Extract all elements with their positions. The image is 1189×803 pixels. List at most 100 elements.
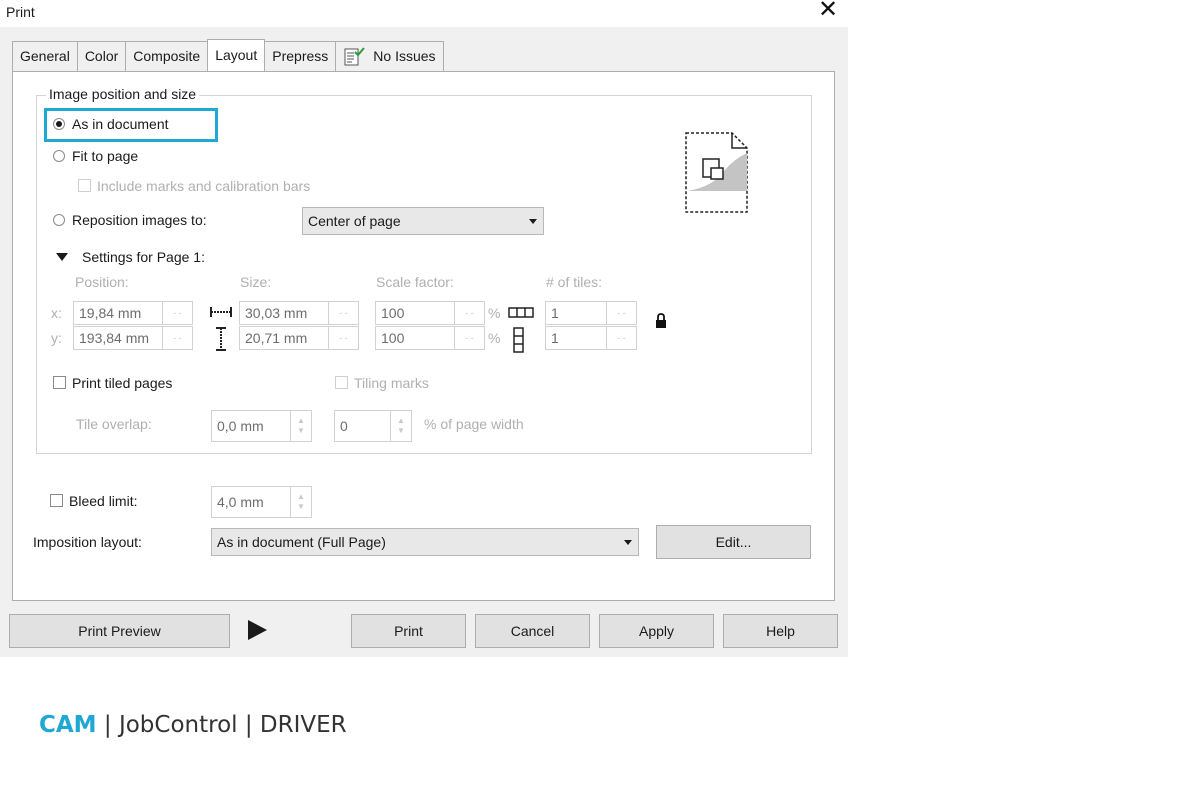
tab-prepress[interactable]: Prepress	[264, 41, 337, 71]
spin-arrows-icon: - -	[328, 327, 358, 349]
settings-heading: Settings for Page 1:	[82, 249, 205, 265]
tiling-marks-checkbox[interactable]	[335, 376, 348, 389]
help-button[interactable]: Help	[723, 614, 838, 648]
scale-header: Scale factor:	[376, 274, 454, 290]
expand-triangle-icon[interactable]	[56, 253, 68, 261]
window-title: Print	[6, 4, 35, 20]
bleed-limit-checkbox[interactable]	[50, 494, 63, 507]
fit-to-page-radio[interactable]	[53, 150, 65, 162]
percent-x-label: %	[488, 305, 501, 321]
tile-percent-field[interactable]: 0 ▲ ▼	[334, 410, 412, 442]
tiles-x-field[interactable]: 1 - -	[545, 301, 637, 325]
lock-icon[interactable]	[654, 312, 668, 330]
tab-label: Layout	[215, 47, 258, 63]
tiles-x-value: 1	[551, 305, 559, 321]
tile-overlap-field[interactable]: 0,0 mm ▲ ▼	[211, 410, 312, 442]
tab-label: No Issues	[373, 48, 436, 64]
tab-layout[interactable]: Layout	[207, 39, 266, 71]
checklist-icon	[344, 46, 366, 65]
tile-overlap-value: 0,0 mm	[217, 418, 264, 434]
x-position-value: 19,84 mm	[79, 305, 142, 321]
bleed-limit-value: 4,0 mm	[217, 494, 264, 510]
bleed-limit-field[interactable]: 4,0 mm ▲ ▼	[211, 486, 312, 518]
tab-label: General	[20, 48, 70, 64]
tile-percent-value: 0	[340, 418, 348, 434]
expand-arrow-icon[interactable]	[248, 620, 267, 640]
scale-y-field[interactable]: 100 - -	[375, 326, 485, 350]
brand-text: CAM | JobControl | DRIVER	[39, 712, 347, 738]
spin-arrows-icon: ▲ ▼	[290, 411, 311, 441]
spin-arrows-icon: - -	[606, 327, 636, 349]
tab-issues[interactable]: No Issues	[335, 41, 444, 71]
cancel-label: Cancel	[510, 623, 555, 639]
apply-button[interactable]: Apply	[599, 614, 714, 648]
height-value: 20,71 mm	[245, 330, 308, 346]
reposition-radio[interactable]	[53, 214, 65, 226]
size-header: Size:	[240, 274, 272, 290]
spin-arrows-icon: ▲ ▼	[390, 411, 411, 441]
tiles-header: # of tiles:	[546, 274, 603, 290]
brand-rest: | JobControl | DRIVER	[96, 712, 347, 738]
cancel-button[interactable]: Cancel	[475, 614, 590, 648]
page-width-label: % of page width	[424, 416, 524, 432]
y-label: y:	[51, 330, 62, 346]
reposition-value: Center of page	[308, 213, 401, 229]
tab-color[interactable]: Color	[76, 41, 127, 71]
width-value: 30,03 mm	[245, 305, 308, 321]
spin-arrows-icon: - -	[328, 302, 358, 324]
print-preview-button[interactable]: Print Preview	[9, 614, 230, 648]
chevron-down-icon	[624, 540, 632, 545]
x-position-field[interactable]: 19,84 mm - -	[73, 301, 193, 325]
highlight-box	[44, 108, 218, 142]
group-legend: Image position and size	[46, 86, 200, 102]
print-tiled-label[interactable]: Print tiled pages	[72, 375, 172, 391]
vertical-tiles-icon	[513, 327, 524, 353]
tab-composite[interactable]: Composite	[125, 41, 209, 71]
include-marks-label: Include marks and calibration bars	[97, 178, 311, 194]
help-label: Help	[766, 623, 795, 639]
bleed-limit-label[interactable]: Bleed limit:	[69, 493, 137, 509]
chevron-down-icon	[529, 219, 537, 224]
page-preview-icon	[685, 132, 748, 213]
apply-label: Apply	[638, 623, 675, 639]
spin-arrows-icon: ▲ ▼	[290, 487, 311, 517]
spin-arrows-icon: - -	[454, 327, 484, 349]
tab-label: Prepress	[272, 48, 329, 64]
tab-general[interactable]: General	[12, 41, 78, 71]
fit-to-page-label[interactable]: Fit to page	[72, 148, 138, 164]
tiles-y-field[interactable]: 1 - -	[545, 326, 637, 350]
width-icon	[210, 307, 232, 317]
tile-overlap-label: Tile overlap:	[76, 416, 152, 432]
spin-arrows-icon: - -	[162, 302, 192, 324]
position-header: Position:	[75, 274, 129, 290]
scale-x-value: 100	[381, 305, 405, 321]
height-field[interactable]: 20,71 mm - -	[239, 326, 359, 350]
spin-arrows-icon: - -	[606, 302, 636, 324]
imposition-label: Imposition layout:	[33, 534, 142, 550]
close-icon[interactable]: ✕	[818, 0, 838, 22]
include-marks-checkbox[interactable]	[78, 179, 91, 192]
print-tiled-checkbox[interactable]	[53, 376, 66, 389]
imposition-value: As in document (Full Page)	[217, 534, 386, 550]
scale-x-field[interactable]: 100 - -	[375, 301, 485, 325]
tiling-marks-label: Tiling marks	[354, 375, 429, 391]
print-button[interactable]: Print	[351, 614, 466, 648]
spin-arrows-icon: - -	[162, 327, 192, 349]
horizontal-tiles-icon	[508, 307, 534, 318]
y-position-value: 193,84 mm	[79, 330, 150, 346]
height-icon	[216, 327, 226, 351]
brand-cam: CAM	[39, 712, 97, 738]
edit-label: Edit...	[715, 534, 752, 550]
scale-y-value: 100	[381, 330, 405, 346]
print-preview-label: Print Preview	[78, 623, 161, 639]
y-position-field[interactable]: 193,84 mm - -	[73, 326, 193, 350]
tiles-y-value: 1	[551, 330, 559, 346]
x-label: x:	[51, 305, 62, 321]
print-label: Print	[394, 623, 423, 639]
reposition-label[interactable]: Reposition images to:	[72, 212, 207, 228]
reposition-select[interactable]: Center of page	[302, 207, 544, 235]
width-field[interactable]: 30,03 mm - -	[239, 301, 359, 325]
edit-button[interactable]: Edit...	[656, 525, 811, 559]
tab-label: Composite	[133, 48, 201, 64]
imposition-select[interactable]: As in document (Full Page)	[211, 528, 639, 556]
